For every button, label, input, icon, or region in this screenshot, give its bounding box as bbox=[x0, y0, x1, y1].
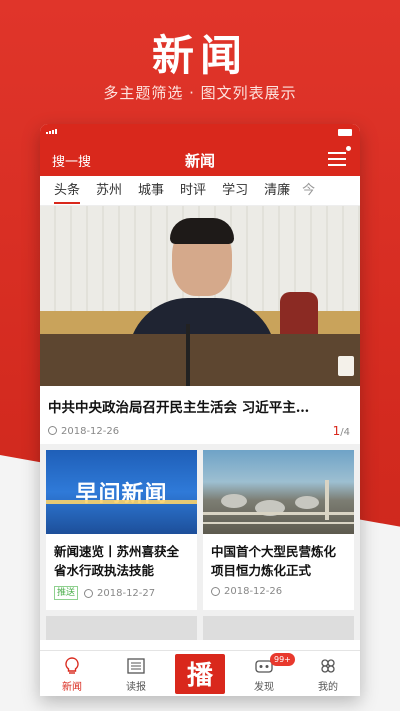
card-title: 新闻速览丨苏州喜获全省水行政执法技能 bbox=[54, 544, 180, 578]
card-meta: 推送 2018-12-27 bbox=[46, 582, 197, 604]
tab-integrity[interactable]: 清廉 bbox=[256, 176, 298, 205]
notification-dot bbox=[346, 146, 351, 151]
card-date: 2018-12-26 bbox=[224, 586, 283, 597]
card-meta: 2018-12-26 bbox=[203, 582, 354, 601]
page-total: /4 bbox=[340, 427, 350, 438]
article-card[interactable]: 早间新闻 新闻速览丨苏州喜获全省水行政执法技能 推送 2018-12-27 bbox=[46, 450, 197, 610]
battery-icon bbox=[338, 129, 352, 136]
broadcast-button[interactable]: 播 bbox=[175, 653, 225, 694]
phone-screen: 搜一搜 新闻 头条 苏州 城事 时评 学习 清廉 今 中共中央政治局召开民主生活… bbox=[40, 124, 360, 696]
tab-suzhou[interactable]: 苏州 bbox=[88, 176, 130, 205]
promo-subtitle: 多主题筛选 · 图文列表展示 bbox=[103, 84, 297, 102]
status-bar bbox=[40, 124, 360, 142]
tab-commentary[interactable]: 时评 bbox=[172, 176, 214, 205]
profile-icon bbox=[319, 657, 337, 675]
tab-city[interactable]: 城事 bbox=[130, 176, 172, 205]
article-grid: 早间新闻 新闻速览丨苏州喜获全省水行政执法技能 推送 2018-12-27 中国… bbox=[40, 450, 360, 610]
tabbar-discover[interactable]: 99+ 发现 bbox=[232, 651, 296, 696]
card-image: 早间新闻 bbox=[46, 450, 197, 534]
clock-icon bbox=[211, 587, 220, 596]
push-tag: 推送 bbox=[54, 586, 79, 600]
hero-meta: 2018-12-26 1/4 bbox=[40, 416, 360, 444]
tabbar-label: 发现 bbox=[254, 682, 274, 693]
card-image bbox=[203, 450, 354, 534]
category-tabs: 头条 苏州 城事 时评 学习 清廉 今 bbox=[40, 176, 360, 206]
tab-study[interactable]: 学习 bbox=[214, 176, 256, 205]
menu-icon[interactable] bbox=[328, 146, 351, 166]
tabbar-broadcast[interactable]: 播 bbox=[168, 651, 232, 696]
tabbar-label: 新闻 bbox=[62, 682, 82, 693]
tabbar-news[interactable]: 新闻 bbox=[40, 651, 104, 696]
page-counter: 1/4 bbox=[333, 424, 350, 438]
tab-overflow[interactable]: 今 bbox=[298, 176, 315, 205]
app-header: 搜一搜 新闻 bbox=[40, 142, 360, 176]
next-row-peek bbox=[40, 610, 360, 640]
tab-headlines[interactable]: 头条 bbox=[46, 176, 88, 205]
card-title: 中国首个大型民营炼化项目恒力炼化正式 bbox=[211, 544, 337, 578]
page-title: 新闻 bbox=[184, 152, 215, 170]
hero-image bbox=[40, 206, 360, 386]
notification-badge: 99+ bbox=[270, 653, 295, 666]
clock-icon bbox=[84, 588, 94, 598]
lightbulb-icon bbox=[63, 657, 81, 675]
signal-icon bbox=[46, 129, 57, 134]
tabbar-label: 读报 bbox=[126, 682, 146, 693]
tabbar-newspaper[interactable]: 读报 bbox=[104, 651, 168, 696]
promo-title: 新闻 bbox=[151, 31, 248, 80]
article-card[interactable]: 中国首个大型民营炼化项目恒力炼化正式 2018-12-26 bbox=[203, 450, 354, 610]
hero-article[interactable]: 中共中央政治局召开民主生活会 习近平主… 2018-12-26 1/4 bbox=[40, 206, 360, 444]
hero-title: 中共中央政治局召开民主生活会 习近平主… bbox=[48, 400, 310, 416]
hero-date-wrap: 2018-12-26 bbox=[48, 425, 120, 437]
card-date: 2018-12-27 bbox=[97, 587, 156, 599]
tabbar-mine[interactable]: 我的 bbox=[296, 651, 360, 696]
tabbar-label: 我的 bbox=[318, 682, 338, 693]
newspaper-icon bbox=[127, 657, 145, 675]
clock-icon bbox=[48, 425, 57, 435]
hero-date: 2018-12-26 bbox=[61, 425, 120, 437]
bottom-tab-bar: 新闻 读报 播 99+ 发现 我的 bbox=[40, 650, 360, 696]
